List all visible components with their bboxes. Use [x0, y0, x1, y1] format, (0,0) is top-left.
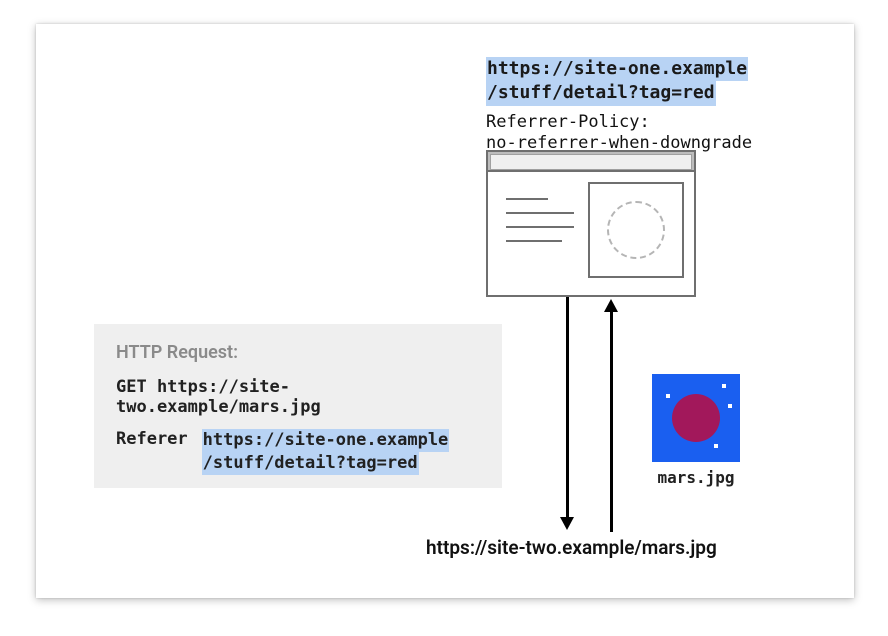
http-referer-value-line1: https://site-one.example	[202, 429, 450, 452]
http-referer-label: Referer	[116, 429, 188, 449]
request-arrow-head-icon	[560, 517, 574, 530]
http-referer-value: https://site-one.example /stuff/detail?t…	[202, 429, 450, 475]
http-referer-value-line2: /stuff/detail?tag=red	[202, 452, 419, 475]
http-request-title: HTTP Request:	[116, 342, 480, 363]
origin-url: https://site-one.example /stuff/detail?t…	[486, 57, 748, 106]
http-get-line: GET https://site-two.example/mars.jpg	[116, 377, 480, 417]
diagram-card: https://site-one.example /stuff/detail?t…	[0, 0, 888, 636]
diagram-panel: https://site-one.example /stuff/detail?t…	[36, 24, 854, 598]
browser-titlebar	[486, 150, 696, 172]
destination-url: https://site-two.example/mars.jpg	[426, 536, 717, 559]
page-text-lines-icon	[506, 198, 578, 254]
image-placeholder-icon	[588, 182, 684, 278]
origin-url-line1: https://site-one.example	[486, 57, 748, 81]
response-arrow-head-icon	[604, 299, 618, 312]
referrer-policy: Referrer-Policy: no-referrer-when-downgr…	[486, 112, 752, 155]
origin-url-line2: /stuff/detail?tag=red	[486, 81, 716, 105]
browser-viewport	[486, 172, 696, 297]
mars-filename-label: mars.jpg	[652, 468, 740, 487]
http-referer-line: Referer https://site-one.example /stuff/…	[116, 429, 480, 475]
mars-image-icon	[652, 374, 740, 462]
http-request-box: HTTP Request: GET https://site-two.examp…	[94, 324, 502, 488]
request-arrow-line	[566, 297, 569, 519]
response-arrow-line	[610, 310, 613, 532]
referrer-policy-label: Referrer-Policy:	[486, 112, 752, 133]
browser-window-icon	[486, 150, 696, 297]
